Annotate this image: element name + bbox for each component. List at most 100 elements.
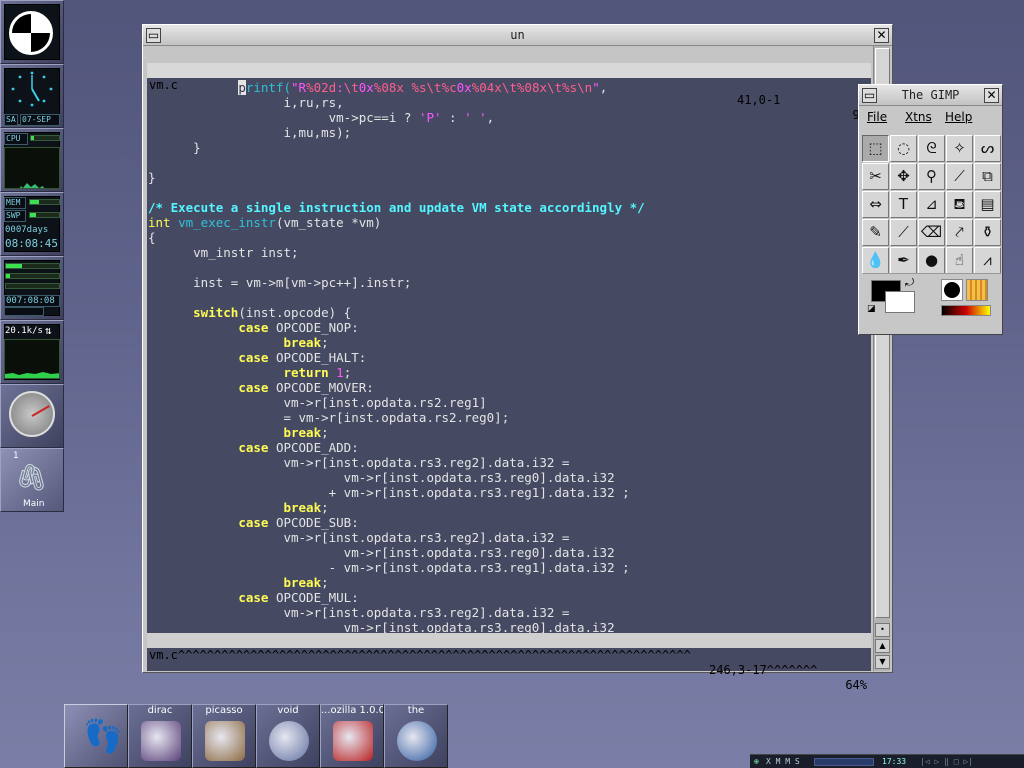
color-picker-tool-icon[interactable]: ⊿ [918,191,945,218]
blend-tool-icon[interactable]: ▤ [974,191,1001,218]
default-colors-icon[interactable]: ◪ [867,304,876,314]
cpu-monitor-app[interactable]: CPU [0,128,64,192]
close-icon[interactable]: ✕ [984,88,999,103]
xmms-seek-bar[interactable] [814,758,874,766]
code-token: vm->r[inst.opdata.rs3.reg2].data.i32 = [148,530,570,545]
code-line: vm->r[inst.opdata.rs3.reg0].data.i32 [148,470,615,485]
menu-xtns[interactable]: Xtns [905,110,932,124]
eraser-tool-icon[interactable]: ⌫ [918,219,945,246]
xmms-player[interactable]: ⊕ X M M S 17:33 |◁ ▷ ‖ □ ▷| [750,754,1024,768]
gimp-titlebar[interactable]: ▭ The GIMP ✕ [859,85,1002,106]
dodge-burn-tool-icon[interactable]: ● [918,247,945,274]
bezier-select-tool-icon[interactable]: ᔕ [974,135,1001,162]
crop-tool-icon[interactable]: ⟋ [946,163,973,190]
code-token: \t [501,80,517,95]
code-token: = vm->r[inst.opdata.rs2.reg0]; [148,410,510,425]
launcher-app-2[interactable]: void [256,704,320,768]
rect-select-tool-icon[interactable]: ⬚ [862,135,889,162]
status-line-bottom: vm.c^^^^^^^^^^^^^^^^^^^^^^^^^^^^^^^^^^^^… [147,633,871,692]
code-token: %08x [373,80,404,95]
code-line: vm->pc==i ? 'P' : ' ', [148,110,495,125]
code-token: i,ru,rs, [148,95,344,110]
clock-calendar-app[interactable]: SA 07-SEP [0,64,64,128]
smudge-tool-icon[interactable]: ☝ [946,247,973,274]
terminal-titlebar[interactable]: ▭ un ✕ [143,25,892,46]
code-token: %s [411,80,427,95]
system-bars-app[interactable]: 007:08:08 [0,256,64,320]
code-token: rintf( [245,80,291,95]
gradient-preview[interactable] [941,305,991,316]
ellipse-select-tool-icon[interactable]: ◌ [890,135,917,162]
terminal-window[interactable]: ▭ un ✕ printf("R%02d:\t0x%08x %s\t%c0x%0… [142,24,893,692]
code-line: vm->r[inst.opdata.rs2.reg1] [148,395,486,410]
flip-tool-icon[interactable]: ⇔ [862,191,889,218]
code-line: } [148,170,156,185]
code-token: ; [321,425,329,440]
code-line: case OPCODE_MOVER: [148,380,373,395]
code-token: "R [291,80,307,95]
launcher-app-1[interactable]: picasso [192,704,256,768]
status-bottom-percent: 64% [845,678,867,692]
free-select-tool-icon[interactable]: ᘓ [918,135,945,162]
convolve-tool-icon[interactable]: 💧 [862,247,889,274]
xmms-controls[interactable]: |◁ ▷ ‖ □ ▷| [920,755,973,768]
airbrush-tool-icon[interactable]: ⤤ [946,219,973,246]
code-line: case OPCODE_ADD: [148,440,358,455]
background-color-swatch[interactable] [885,291,915,313]
xmms-menu-icon[interactable]: ⊕ [754,755,759,768]
move-tool-icon[interactable]: ✥ [890,163,917,190]
launcher-app-3[interactable]: ...ozilla 1.0.0 [320,704,384,768]
bucket-fill-tool-icon[interactable]: ⛾ [946,191,973,218]
launcher-app-4[interactable]: the [384,704,448,768]
calendar-date: 07-SEP [20,114,60,126]
dock-logo-app[interactable] [0,0,64,64]
code-line: int vm_exec_instr(vm_state *vm) [148,215,381,230]
code-token: vm->pc==i ? [148,110,419,125]
menu-help[interactable]: Help [945,110,972,124]
transform-tool-icon[interactable]: ⧉ [974,163,1001,190]
fuzzy-select-tool-icon[interactable]: ✧ [946,135,973,162]
scroll-up-icon[interactable]: ▲ [875,639,890,653]
launcher-clip[interactable]: 👣 [64,704,128,768]
pattern-preview[interactable] [966,279,988,301]
gimp-toolbox-window[interactable]: ▭ The GIMP ✕ File Xtns Help ⬚ ◌ ᘓ ✧ ᔕ ✂ ✥ ⚲ ⟋ ⧉ ⇔ T… [858,84,1003,335]
scroll-dot-icon[interactable]: • [875,623,890,637]
measure-tool-icon[interactable]: ⩘ [974,247,1001,274]
scroll-down-icon[interactable]: ▼ [875,655,890,669]
code-line: vm->r[inst.opdata.rs3.reg2].data.i32 = [148,605,569,620]
swap-colors-icon[interactable]: ⤾ [905,276,914,290]
code-token: - vm->r[inst.opdata.rs3.reg1].data.i32 ; [148,560,630,575]
scissors-tool-icon[interactable]: ✂ [862,163,889,190]
paintbrush-tool-icon[interactable]: ⟋ [890,219,917,246]
code-line: case OPCODE_MUL: [148,590,358,605]
code-token: 0x [358,80,374,95]
code-token: %s [562,80,578,95]
mozilla-app-icon [333,721,373,761]
code-token: break [283,425,322,440]
net-graph [4,339,60,379]
code-token: ' ' [464,110,487,125]
gauge-app[interactable] [0,384,64,448]
ink-tool-icon[interactable]: ✒ [890,247,917,274]
memory-monitor-app[interactable]: MEM SWP 0007days 08:08:45 [0,192,64,256]
menu-file[interactable]: File [867,110,887,124]
code-token: case [238,380,269,395]
close-icon[interactable]: ✕ [874,28,889,43]
workspace-clip[interactable]: 1 🖇 Main [0,448,64,512]
code-token: %04x [471,80,502,95]
text-tool-icon[interactable]: T [890,191,917,218]
brush-preview[interactable] [941,279,963,301]
code-token: vm->r[inst.opdata.rs3.reg2].data.i32 = [148,605,570,620]
magnify-tool-icon[interactable]: ⚲ [918,163,945,190]
clone-tool-icon[interactable]: ⚱ [974,219,1001,246]
pencil-tool-icon[interactable]: ✎ [862,219,889,246]
network-monitor-app[interactable]: 20.1k/s ⇅ [0,320,64,384]
launcher-app-0[interactable]: dirac [128,704,192,768]
code-token: return [283,365,329,380]
code-line: vm->r[inst.opdata.rs3.reg2].data.i32 = [148,530,569,545]
code-line: break; [148,500,328,515]
